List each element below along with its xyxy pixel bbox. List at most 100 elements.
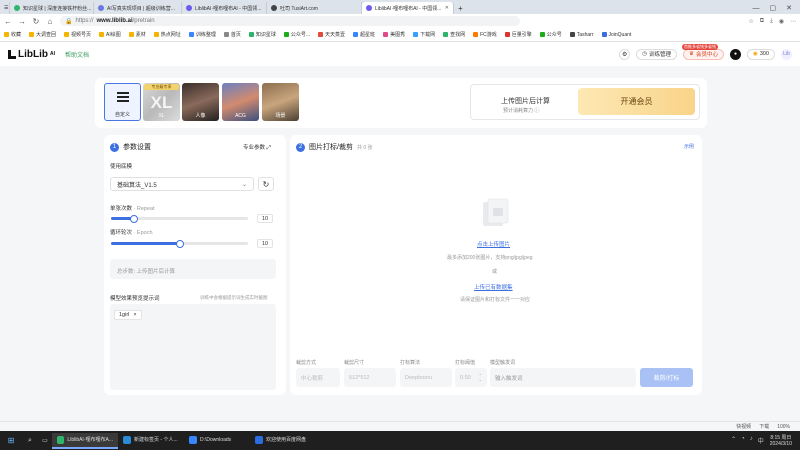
minimize-icon[interactable]: —: [753, 5, 760, 12]
stepper-icon[interactable]: ⌃ ⌄: [479, 373, 482, 382]
status-item[interactable]: 快视频: [736, 423, 751, 430]
browser-tab-bar: ☰ 知识星球 | 深度连接铁杆粉丝... AI写真实现项目 | 超级训练营...…: [0, 0, 800, 14]
site-icon: [383, 32, 389, 37]
bookmark-item[interactable]: 超星班: [353, 31, 375, 38]
taskbar-app[interactable]: 欢迎使用百度网盘: [250, 433, 316, 449]
train-manage-button[interactable]: ◷ 训练管理: [636, 48, 678, 60]
bookmark-item[interactable]: 首页: [223, 31, 241, 38]
epoch-value[interactable]: 10: [257, 239, 273, 248]
taskbar-app[interactable]: D:\Downloads: [184, 433, 250, 449]
help-docs-link[interactable]: 帮助文档: [65, 50, 89, 59]
home-icon[interactable]: ⌂: [46, 17, 54, 26]
browser-tab[interactable]: AI写真实现项目 | 超级训练营...: [94, 2, 182, 14]
logo-mark-icon: [8, 49, 16, 59]
chevron-down-icon: ⌄: [241, 181, 247, 188]
chevron-up-icon[interactable]: ⌃: [731, 436, 736, 445]
close-window-icon[interactable]: ✕: [786, 4, 792, 12]
volume-icon[interactable]: ♪: [750, 436, 753, 445]
task-view-icon[interactable]: ▭: [38, 437, 52, 444]
forward-icon[interactable]: →: [18, 17, 26, 26]
repeat-slider[interactable]: [111, 214, 248, 223]
vip-center-button[interactable]: 首推多省钱多省钱 ♛ 会员中心: [682, 43, 724, 60]
bookmark-item[interactable]: 公众号...: [283, 31, 310, 38]
tag-algorithm-label: 打标算法: [400, 360, 421, 366]
crop-size-label: 裁剪尺寸: [344, 360, 365, 366]
model-card-portrait[interactable]: 人像: [182, 83, 219, 121]
bookmark-item[interactable]: FC游戏: [473, 31, 497, 38]
download-icon[interactable]: ⤓: [770, 18, 773, 25]
tag-threshold-input[interactable]: 0.50 ⌃ ⌄: [455, 368, 487, 387]
repeat-value[interactable]: 10: [257, 214, 273, 223]
star-icon[interactable]: ☆: [748, 18, 753, 25]
trigger-word-input[interactable]: 输入触发词: [490, 368, 636, 387]
model-card-acg[interactable]: ACG: [222, 83, 259, 121]
model-card-xl[interactable]: 专业级专享 XL XL: [143, 83, 180, 121]
new-tab-button[interactable]: +: [454, 2, 468, 14]
search-icon[interactable]: ⌕: [22, 437, 38, 445]
refresh-button[interactable]: ↻: [258, 177, 274, 191]
points-badge[interactable]: ◉ 300: [747, 48, 775, 60]
avatar[interactable]: Lib: [781, 48, 792, 60]
browser-tab[interactable]: 吐司 TusiArt.com: [267, 2, 362, 14]
bookmark-item[interactable]: AI绘图: [99, 31, 121, 38]
bookmark-item[interactable]: 热点网址: [153, 31, 181, 38]
zoom-level[interactable]: 100%: [777, 424, 790, 430]
bookmark-item[interactable]: 收藏: [4, 31, 21, 38]
liblib-logo[interactable]: LibLib AI: [8, 49, 55, 60]
model-card-custom[interactable]: 自定义: [104, 83, 141, 121]
crop-tag-button[interactable]: 裁剪/打标: [640, 368, 693, 387]
browser-tab[interactable]: LiblibAI·哩布哩布AI - 中国领...: [182, 2, 267, 14]
browser-menu-icon[interactable]: ☰: [0, 2, 10, 14]
maximize-icon[interactable]: ▢: [770, 4, 777, 12]
epoch-slider-handle[interactable]: [175, 239, 184, 248]
image-upload-icon[interactable]: [481, 198, 511, 230]
browser-tab-active[interactable]: LiblibAI·哩布哩布AI - 中国领... ✕: [362, 2, 454, 14]
bookmark-item[interactable]: 大调查回: [29, 31, 56, 38]
taskbar-app[interactable]: LiblibAI·哩布哩布A...: [52, 432, 118, 449]
bookmark-item[interactable]: 巨量引擎: [504, 31, 532, 38]
bookmark-item[interactable]: 公众号: [539, 31, 562, 38]
bookmark-item[interactable]: 视频号页: [64, 31, 91, 38]
bookmark-item[interactable]: 素材: [128, 31, 146, 38]
bookmark-item[interactable]: 美图秀: [383, 31, 405, 38]
prompt-tag[interactable]: 1girl ×: [114, 310, 142, 320]
crop-method-select[interactable]: 中心裁剪: [296, 368, 340, 387]
bookmark-item[interactable]: Tasharr: [569, 32, 594, 38]
browser-tab[interactable]: 知识星球 | 深度连接铁杆粉丝...: [10, 2, 94, 14]
close-tab-icon[interactable]: ✕: [442, 5, 449, 11]
start-icon[interactable]: ⊞: [0, 436, 22, 445]
upload-dataset-link[interactable]: 上传已有数据集: [474, 283, 513, 291]
status-item[interactable]: 下载: [759, 423, 769, 430]
taskbar-app[interactable]: 新建标签页 - 个人...: [118, 433, 184, 449]
open-vip-button[interactable]: 开通会员: [578, 88, 695, 115]
bookmark-item[interactable]: 下载网: [413, 31, 435, 38]
repeat-slider-handle[interactable]: [130, 214, 139, 223]
ime-icon[interactable]: 中: [758, 436, 764, 445]
tag-algorithm-select[interactable]: Deepbooru: [400, 368, 452, 387]
clock[interactable]: 8:15 周日 2024/3/10: [770, 435, 800, 447]
upload-images-link[interactable]: 点击上传图片: [477, 240, 510, 248]
bookmark-item[interactable]: 查找网: [443, 31, 465, 38]
bookmark-item[interactable]: 训练整理: [188, 31, 216, 38]
example-link[interactable]: 示例: [684, 143, 694, 150]
profile-icon[interactable]: ◉: [779, 18, 784, 25]
epoch-slider[interactable]: [111, 239, 248, 248]
extensions-icon[interactable]: ⧉: [760, 18, 764, 25]
remove-tag-icon[interactable]: ×: [133, 312, 136, 318]
settings-icon[interactable]: ⚙: [619, 48, 631, 60]
notification-icon[interactable]: ●: [730, 48, 741, 60]
reload-icon[interactable]: ↻: [32, 17, 40, 26]
url-input[interactable]: 🔒 https://www.liblib.ai/pretrain: [60, 16, 520, 26]
base-model-select[interactable]: 基础算法_V1.5 ⌄: [110, 177, 254, 191]
model-card-scene[interactable]: 场景: [262, 83, 299, 121]
bookmark-item[interactable]: JoinQuant: [601, 32, 631, 38]
browser-icon: [57, 435, 65, 444]
pro-params-toggle[interactable]: 专业参数 ⤢: [243, 143, 271, 152]
bookmark-item[interactable]: 天天蒸壹: [318, 31, 345, 38]
back-icon[interactable]: ←: [4, 17, 12, 26]
crop-size-select[interactable]: 512*512: [344, 368, 396, 387]
bookmark-item[interactable]: 知识星球: [248, 31, 276, 38]
more-icon[interactable]: ⋯: [790, 18, 796, 25]
network-icon[interactable]: ◔: [741, 436, 745, 445]
tab-favicon-icon: [366, 5, 372, 11]
